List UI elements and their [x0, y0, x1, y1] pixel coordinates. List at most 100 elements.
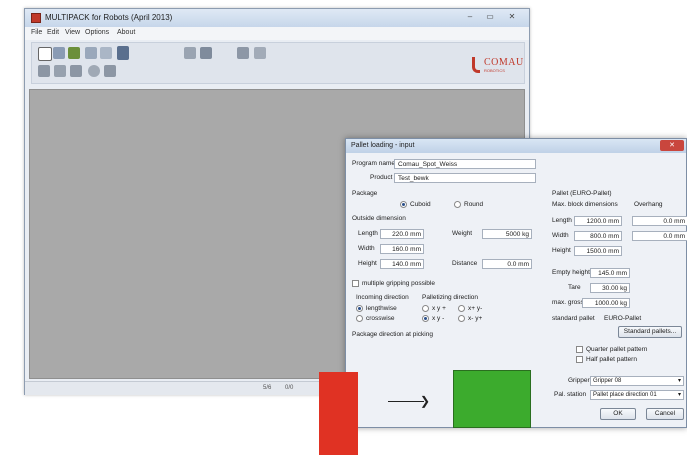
print-icon[interactable] [85, 47, 97, 59]
minimize-button[interactable]: – [461, 11, 479, 23]
standard-pallets-button[interactable]: Standard pallets... [618, 326, 682, 338]
title-bar[interactable]: MULTIPACK for Robots (April 2013) – ▭ ✕ [25, 9, 529, 27]
lengthwise-label: lengthwise [366, 305, 397, 312]
pkg-height-input[interactable]: 140.0 mm [380, 259, 424, 269]
half-pallet-checkbox[interactable] [576, 356, 583, 363]
tare-input[interactable]: 30.00 kg [590, 283, 630, 293]
pal-dir-label-1: x y + [432, 305, 446, 312]
layer-icon[interactable] [184, 47, 196, 59]
pallet-height-input[interactable]: 1500.0 mm [574, 246, 622, 256]
pallet-header: Pallet (EURO-Pallet) [552, 190, 612, 197]
dialog-title-bar[interactable]: Pallet loading - input ✕ [346, 139, 686, 153]
logo-text: COMAU [484, 57, 524, 68]
cuboid-label: Cuboid [410, 201, 431, 208]
distance-input[interactable]: 0.0 mm [482, 259, 532, 269]
red-accent-block [319, 372, 358, 455]
product-input[interactable]: Test_bewk [394, 173, 536, 183]
status-field-2: 0/0 [285, 385, 294, 391]
toolbar: COMAU ROBOTICS [31, 42, 525, 84]
overhang-width-input[interactable]: 0.0 mm [632, 231, 687, 241]
weight-input[interactable]: 5000 kg [482, 229, 532, 239]
logo-mark-icon [472, 57, 480, 73]
pal-dir-radio-1[interactable] [422, 305, 429, 312]
round-label: Round [464, 201, 484, 208]
menu-view[interactable]: View [65, 29, 80, 36]
window-title: MULTIPACK for Robots (April 2013) [45, 13, 173, 22]
dialog-close-button[interactable]: ✕ [660, 140, 684, 151]
save-file-icon[interactable] [68, 47, 80, 59]
overhang-label: Overhang [634, 201, 663, 208]
quarter-pallet-checkbox[interactable] [576, 346, 583, 353]
grid-icon[interactable] [54, 65, 66, 77]
weight-label: Weight [452, 230, 473, 237]
settings-icon[interactable] [104, 65, 116, 77]
distance-label: Distance [452, 260, 478, 267]
menu-file[interactable]: File [31, 29, 42, 36]
close-button[interactable]: ✕ [503, 11, 521, 23]
pkg-length-input[interactable]: 220.0 mm [380, 229, 424, 239]
menu-options[interactable]: Options [85, 29, 109, 36]
stack-icon[interactable] [237, 47, 249, 59]
package-preview-box [453, 370, 531, 428]
package-header: Package [352, 190, 378, 197]
pkg-width-input[interactable]: 160.0 mm [380, 244, 424, 254]
app-icon [31, 13, 41, 23]
multiple-gripping-label: multiple gripping possible [362, 280, 435, 287]
empty-height-label: Empty height [552, 269, 590, 276]
menu-about[interactable]: About [117, 29, 135, 36]
menu-bar: File Edit View Options About [25, 27, 529, 40]
outside-dimensions-label: Outside dimension [352, 215, 406, 222]
max-gross-input[interactable]: 1000.00 kg [582, 298, 630, 308]
pallet-length-input[interactable]: 1200.0 mm [574, 216, 622, 226]
column-icon[interactable] [70, 65, 82, 77]
quarter-pallet-label: Quarter pallet pattern [586, 346, 648, 353]
dialog-title: Pallet loading - input [351, 142, 415, 149]
pallet-length-label: Length [552, 217, 572, 224]
round-radio[interactable] [454, 201, 461, 208]
pallet-icon[interactable] [200, 47, 212, 59]
pal-dir-radio-4[interactable] [458, 315, 465, 322]
status-field-1: 5/6 [263, 385, 272, 391]
direction-arrow-line [388, 401, 424, 402]
standard-pallet-label: standard pallet [552, 315, 595, 322]
gripper-select[interactable]: Gripper 08 [590, 376, 684, 386]
direction-arrow-icon: ❯ [420, 394, 431, 408]
open-file-icon[interactable] [53, 47, 65, 59]
empty-height-input[interactable]: 145.0 mm [590, 268, 630, 278]
cuboid-radio[interactable] [400, 201, 407, 208]
gripper-label: Gripper [568, 377, 590, 384]
multiple-gripping-checkbox[interactable] [352, 280, 359, 287]
half-pallet-label: Half pallet pattern [586, 356, 637, 363]
tool-figure-icon[interactable] [117, 46, 129, 60]
pal-dir-radio-2[interactable] [422, 315, 429, 322]
palletizing-direction-header: Palletizing direction [422, 294, 479, 301]
pal-dir-label-3: x+ y- [468, 305, 483, 312]
pkg-height-label: Height [358, 260, 377, 267]
pkg-length-label: Length [358, 230, 378, 237]
cancel-button[interactable]: Cancel [646, 408, 684, 420]
program-name-input[interactable]: Comau_Spot_Weiss [394, 159, 536, 169]
comau-logo: COMAU ROBOTICS [472, 57, 523, 75]
lengthwise-radio[interactable] [356, 305, 363, 312]
maximize-button[interactable]: ▭ [481, 11, 499, 23]
pal-dir-radio-3[interactable] [458, 305, 465, 312]
crosswise-radio[interactable] [356, 315, 363, 322]
logo-subtext: ROBOTICS [484, 68, 505, 73]
pal-station-select[interactable]: Pallet place direction 01 [590, 390, 684, 400]
box-icon[interactable] [38, 65, 50, 77]
pallet-width-input[interactable]: 800.0 mm [574, 231, 622, 241]
pkg-width-label: Width [358, 245, 375, 252]
package-direction-label: Package direction at picking [352, 331, 433, 338]
ok-button[interactable]: OK [600, 408, 636, 420]
incoming-direction-header: Incoming direction [356, 294, 409, 301]
copy-icon[interactable] [100, 47, 112, 59]
rotate-icon[interactable] [88, 65, 100, 77]
overhang-length-input[interactable]: 0.0 mm [632, 216, 687, 226]
pal-dir-label-4: x- y+ [468, 315, 483, 322]
menu-edit[interactable]: Edit [47, 29, 59, 36]
export-icon[interactable] [254, 47, 266, 59]
pal-dir-label-2: x y - [432, 315, 445, 322]
pallet-width-label: Width [552, 232, 569, 239]
pal-station-label: Pal. station [554, 391, 587, 398]
new-file-icon[interactable] [38, 47, 52, 61]
